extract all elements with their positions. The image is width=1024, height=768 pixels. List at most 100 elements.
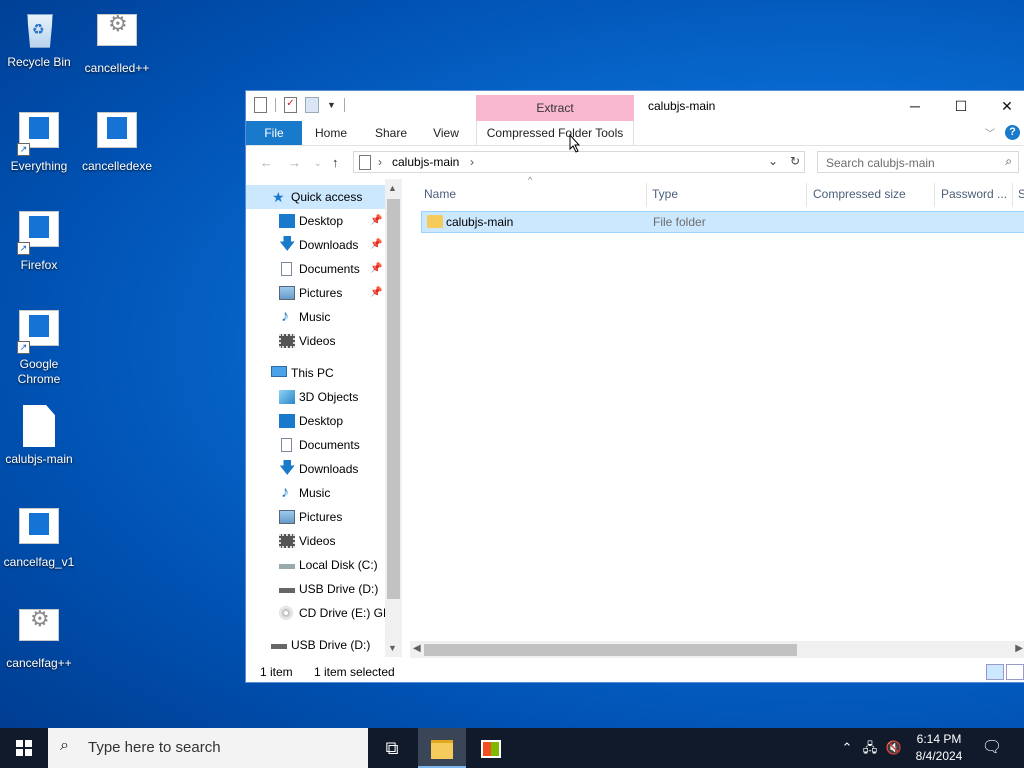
help-button[interactable]: ? (1005, 125, 1020, 140)
table-row[interactable]: calubjs-main File folder (421, 211, 1024, 233)
column-divider[interactable] (1012, 183, 1013, 207)
extract-context-tab[interactable]: Extract (476, 95, 634, 121)
navigation-pane: ★ Quick access Desktop 📌 🡇 Downloads 📌 D… (246, 179, 402, 657)
column-header-name[interactable]: Name (424, 183, 456, 205)
scroll-down-icon[interactable]: ▼ (388, 643, 397, 653)
desktop-icon-recycle-bin[interactable]: ♻ Recycle Bin (0, 8, 78, 70)
column-header-size[interactable]: S (1018, 183, 1024, 205)
task-view-button[interactable]: ⧉ (368, 728, 416, 768)
new-folder-icon[interactable] (305, 97, 319, 113)
address-dropdown-icon[interactable]: ⌄ (768, 154, 778, 168)
hard-drive-icon (279, 564, 295, 569)
desktop-icon-label: cancelfag++ (6, 656, 72, 670)
desktop-icon-everything[interactable]: ↗ Everything (0, 108, 78, 174)
file-type: File folder (653, 215, 706, 229)
desktop-icon-calubjs-main[interactable]: calubjs-main (0, 405, 78, 467)
scrollbar-thumb[interactable] (387, 199, 400, 599)
scroll-up-icon[interactable]: ▲ (388, 183, 397, 193)
nav-pc-music[interactable]: ♪ Music (246, 481, 386, 505)
nav-pc-usb-drive[interactable]: USB Drive (D:) (246, 577, 386, 601)
nav-usb-drive[interactable]: USB Drive (D:) (246, 633, 386, 657)
desktop-icon-cancelfag-v1[interactable]: cancelfag_v1 (0, 504, 78, 570)
tab-home[interactable]: Home (306, 121, 356, 145)
checkmark-icon[interactable]: ✓ (284, 97, 297, 113)
properties-icon[interactable] (254, 97, 267, 113)
nav-label: Downloads (299, 238, 359, 252)
tab-file[interactable]: File (246, 121, 302, 145)
search-icon[interactable]: ⌕ (1005, 154, 1012, 169)
scroll-left-icon[interactable]: ◀ (413, 643, 421, 654)
desktop-icon-cancelled-plusplus[interactable]: cancelled++ (78, 8, 156, 76)
navigation-pane-scrollbar[interactable]: ▲ ▼ (385, 179, 402, 657)
network-icon[interactable]: 🖧 (860, 728, 880, 768)
breadcrumb-item[interactable]: calubjs-main (392, 155, 459, 169)
address-bar[interactable]: › calubjs-main › ⌄ ↻ (353, 151, 805, 173)
file-name: calubjs-main (446, 215, 514, 229)
column-header-password[interactable]: Password ... (941, 183, 1007, 205)
desktop-icon-cancelfag-plusplus[interactable]: cancelfag++ (0, 603, 78, 671)
toolbar-divider (343, 98, 345, 112)
volume-muted-icon[interactable]: 🔇 (884, 728, 904, 768)
nav-pc-documents[interactable]: Documents (246, 433, 386, 457)
nav-label: USB Drive (D:) (291, 638, 371, 652)
scrollbar-thumb[interactable] (424, 644, 797, 656)
tab-compressed-folder-tools[interactable]: Compressed Folder Tools (476, 121, 634, 145)
tab-share[interactable]: Share (366, 121, 416, 145)
desktop-icon-google-chrome[interactable]: ↗ Google Chrome (0, 306, 78, 387)
app-window-icon (19, 508, 59, 544)
nav-pc-downloads[interactable]: 🡇 Downloads (246, 457, 386, 481)
up-arrow-icon[interactable]: ↑ (332, 155, 339, 170)
nav-quick-downloads[interactable]: 🡇 Downloads 📌 (246, 233, 386, 257)
show-hidden-icons-icon[interactable]: ⌃ (838, 728, 856, 768)
column-divider[interactable] (806, 183, 807, 207)
nav-quick-videos[interactable]: Videos (246, 329, 386, 353)
nav-pc-videos[interactable]: Videos (246, 529, 386, 553)
notifications-icon[interactable]: 🗨 (980, 728, 1004, 768)
title-bar[interactable]: ✓ ▼ Extract calubjs-main ─ ☐ ✕ (246, 91, 1024, 121)
nav-label: Quick access (291, 190, 363, 204)
large-icons-view-icon[interactable] (1006, 664, 1024, 680)
customize-toolbar-icon[interactable]: ▼ (327, 100, 336, 110)
download-arrow-icon: 🡇 (279, 460, 296, 477)
minimize-button[interactable]: ─ (892, 91, 938, 121)
system-clock[interactable]: 6:14 PM 8/4/2024 (904, 731, 974, 765)
nav-quick-documents[interactable]: Documents 📌 (246, 257, 386, 281)
desktop-icon-label: Firefox (20, 258, 58, 272)
file-explorer-taskbar-button[interactable] (418, 728, 466, 768)
nav-quick-music[interactable]: ♪ Music (246, 305, 386, 329)
maximize-button[interactable]: ☐ (938, 91, 984, 121)
task-view-icon: ⧉ (385, 738, 399, 758)
nav-quick-desktop[interactable]: Desktop 📌 (246, 209, 386, 233)
column-header-type[interactable]: Type (652, 183, 678, 205)
nav-label: CD Drive (E:) GP. (299, 606, 393, 620)
desktop-icon-firefox[interactable]: ↗ Firefox (0, 207, 78, 273)
back-arrow-icon[interactable]: ← (260, 155, 273, 170)
tab-view[interactable]: View (426, 121, 466, 145)
scroll-right-icon[interactable]: ▶ (1015, 643, 1023, 654)
column-divider[interactable] (934, 183, 935, 207)
nav-this-pc[interactable]: This PC (246, 361, 386, 385)
nav-pc-desktop[interactable]: Desktop (246, 409, 386, 433)
close-button[interactable]: ✕ (984, 91, 1024, 121)
nav-pc-cd-drive[interactable]: CD Drive (E:) GP. (246, 601, 393, 625)
taskbar-search-box[interactable]: ⌕ Type here to search (48, 728, 368, 768)
pin-icon: 📌 (370, 263, 383, 274)
file-list-horizontal-scrollbar[interactable]: ◀ ▶ (410, 641, 1024, 658)
nav-quick-access[interactable]: ★ Quick access (246, 185, 386, 209)
expand-ribbon-icon[interactable]: ﹀ (985, 125, 995, 140)
forward-arrow-icon[interactable]: → (288, 155, 301, 170)
search-box[interactable]: Search calubjs-main ⌕ (817, 151, 1019, 173)
refresh-icon[interactable]: ↻ (790, 154, 800, 168)
recent-locations-icon[interactable]: ⌄ (314, 158, 322, 169)
nav-quick-pictures[interactable]: Pictures 📌 (246, 281, 386, 305)
start-button[interactable] (0, 728, 48, 768)
breadcrumb-chevron-icon[interactable]: › (470, 155, 474, 169)
store-taskbar-button[interactable] (467, 728, 515, 768)
desktop-icon-cancelledexe[interactable]: cancelledexe (78, 108, 156, 174)
nav-pc-3d-objects[interactable]: 3D Objects (246, 385, 386, 409)
nav-pc-local-disk[interactable]: Local Disk (C:) (246, 553, 386, 577)
column-divider[interactable] (646, 183, 647, 207)
nav-pc-pictures[interactable]: Pictures (246, 505, 386, 529)
column-header-compressed-size[interactable]: Compressed size (813, 183, 906, 205)
details-view-icon[interactable] (986, 664, 1004, 680)
